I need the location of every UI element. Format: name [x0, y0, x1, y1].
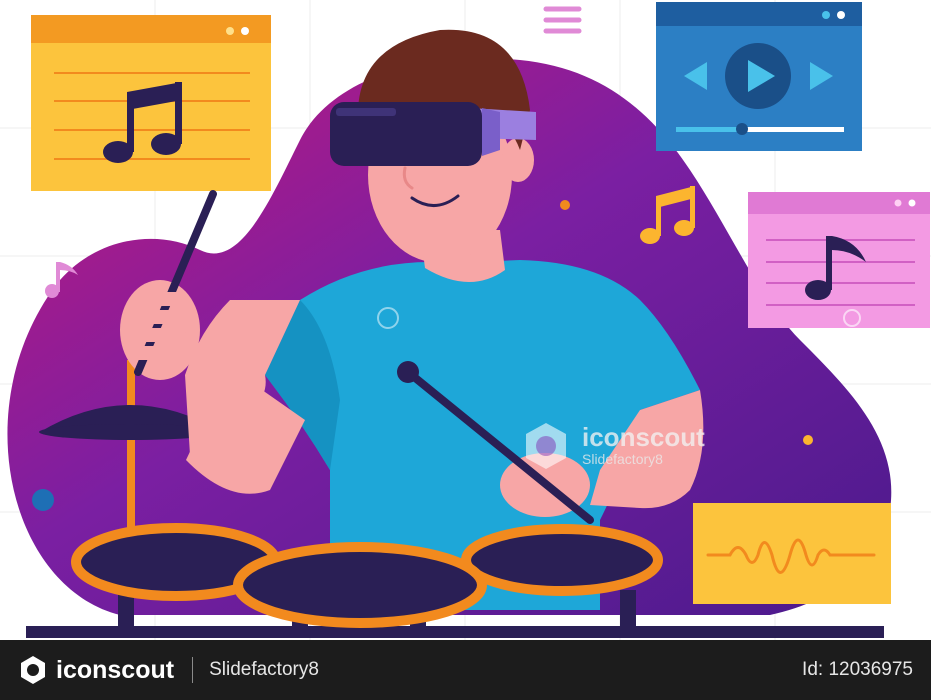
illustration	[0, 0, 931, 640]
watermark-author: Slidefactory8	[582, 451, 663, 467]
footer-bar: iconscout Slidefactory8 Id: 12036975	[0, 640, 931, 700]
iconscout-logo-icon	[21, 656, 45, 684]
footer-logo[interactable]: iconscout	[18, 655, 174, 685]
footer-divider	[192, 657, 194, 683]
illustration-canvas	[0, 0, 931, 640]
audio-waveform-panel	[693, 503, 891, 604]
decor-dot	[803, 435, 813, 445]
iconscout-logo-icon	[526, 423, 566, 469]
drum-center	[233, 542, 487, 628]
menu-icon	[543, 6, 582, 34]
decor-dot	[32, 489, 54, 511]
footer-author-link[interactable]: Slidefactory8	[209, 659, 319, 681]
decor-dot	[560, 200, 570, 210]
music-window-yellow	[31, 15, 271, 191]
footer-asset-id: Id: 12036975	[802, 659, 913, 680]
watermark-brand: iconscout	[582, 422, 705, 452]
music-window-pink	[748, 192, 930, 328]
footer-brand: iconscout	[56, 655, 175, 684]
drum-right	[461, 524, 663, 596]
watermark: iconscout Slidefactory8	[520, 420, 750, 472]
video-player-window	[656, 2, 862, 151]
